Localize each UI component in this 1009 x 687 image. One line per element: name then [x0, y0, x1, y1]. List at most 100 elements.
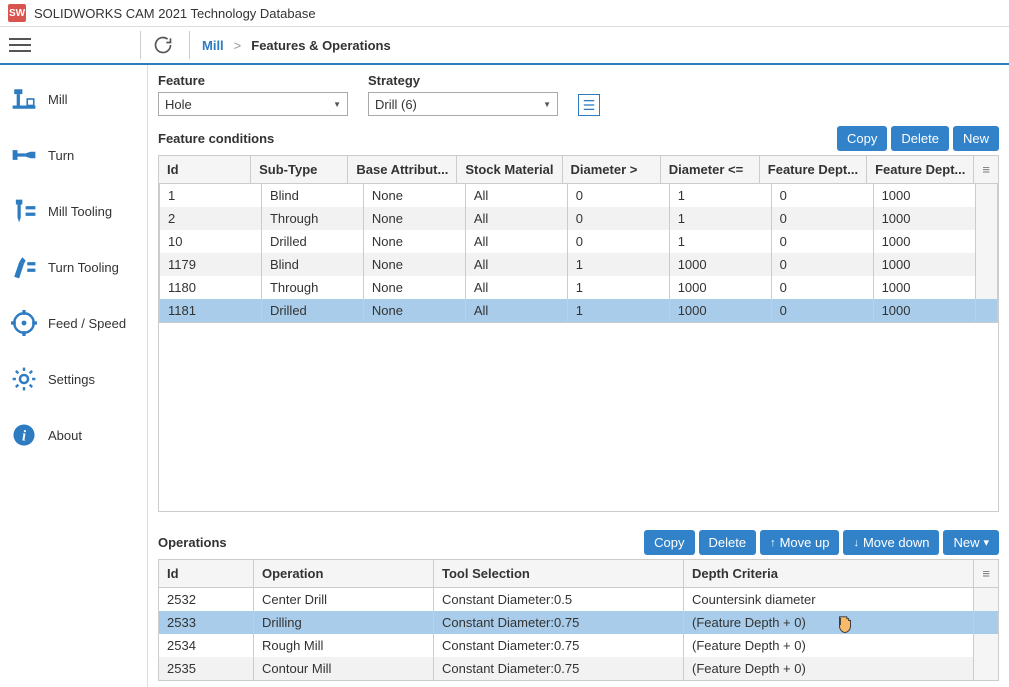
settings-icon: [10, 365, 38, 393]
op-delete-button[interactable]: Delete: [699, 530, 757, 555]
op-copy-button[interactable]: Copy: [644, 530, 694, 555]
cell: 0: [771, 230, 873, 253]
operations-title: Operations: [158, 535, 227, 550]
titlebar: SW SOLIDWORKS CAM 2021 Technology Databa…: [0, 0, 1009, 27]
cell: 1000: [669, 253, 771, 276]
sidebar-item-label: Mill Tooling: [48, 204, 112, 219]
col-op-id[interactable]: Id: [159, 560, 254, 588]
col-diale[interactable]: Diameter <=: [660, 156, 759, 184]
cell: 1180: [160, 276, 262, 299]
turn-tooling-icon: [10, 253, 38, 281]
table-row[interactable]: 1180ThroughNoneAll1100001000: [160, 276, 998, 299]
feature-label: Feature: [158, 73, 348, 88]
caret-down-icon: ▾: [983, 536, 989, 549]
table-header-row: Id Sub-Type Base Attribut... Stock Mater…: [159, 156, 999, 184]
cell: 0: [771, 299, 873, 323]
col-op-depth[interactable]: Depth Criteria: [684, 560, 974, 588]
sidebar-item-feed-speed[interactable]: Feed / Speed: [0, 295, 147, 351]
op-columns-menu[interactable]: ≡: [974, 560, 999, 588]
col-op-tool[interactable]: Tool Selection: [434, 560, 684, 588]
filter-row: Feature Hole Strategy Drill (6): [158, 73, 999, 116]
breadcrumb-separator: >: [234, 38, 242, 53]
breadcrumb: Mill > Features & Operations: [202, 38, 391, 53]
cell: 1000: [669, 276, 771, 299]
breadcrumb-current: Features & Operations: [251, 38, 390, 53]
refresh-button[interactable]: [149, 31, 177, 59]
cell: Constant Diameter:0.75: [434, 634, 684, 657]
table-row[interactable]: 2535Contour MillConstant Diameter:0.75(F…: [159, 657, 999, 681]
toolbar: Mill > Features & Operations: [0, 27, 1009, 65]
arrow-down-icon: ↓: [853, 537, 859, 549]
col-baseattr[interactable]: Base Attribut...: [348, 156, 457, 184]
table-row[interactable]: 10DrilledNoneAll0101000: [160, 230, 998, 253]
cell: None: [363, 184, 465, 207]
table-row[interactable]: 2534Rough MillConstant Diameter:0.75(Fea…: [159, 634, 999, 657]
cell: 1000: [873, 207, 975, 230]
col-diagt[interactable]: Diameter >: [562, 156, 660, 184]
cell: None: [363, 207, 465, 230]
cell: 2533: [159, 611, 254, 634]
cell: 2532: [159, 588, 254, 612]
sidebar-item-turn-tooling[interactable]: Turn Tooling: [0, 239, 147, 295]
cell: Center Drill: [254, 588, 434, 612]
table-row[interactable]: 1181DrilledNoneAll1100001000: [160, 299, 998, 323]
cell: Blind: [261, 253, 363, 276]
strategy-select-value: Drill (6): [375, 97, 417, 112]
cell: None: [363, 230, 465, 253]
cell: 1: [669, 207, 771, 230]
col-fd2[interactable]: Feature Dept...: [867, 156, 974, 184]
cell: 2534: [159, 634, 254, 657]
cell: 0: [771, 253, 873, 276]
about-icon: i: [10, 421, 38, 449]
operations-table: Id Operation Tool Selection Depth Criter…: [158, 559, 999, 681]
cell: (Feature Depth + 0): [684, 634, 974, 657]
table-row[interactable]: 2532Center DrillConstant Diameter:0.5Cou…: [159, 588, 999, 612]
cell: 1000: [873, 299, 975, 323]
refresh-icon: [153, 35, 173, 55]
cell: 0: [567, 207, 669, 230]
cell: 1: [160, 184, 262, 207]
op-moveup-button[interactable]: ↑Move up: [760, 530, 839, 555]
cell: 1179: [160, 253, 262, 276]
sidebar-item-label: About: [48, 428, 82, 443]
fc-copy-button[interactable]: Copy: [837, 126, 887, 151]
cell: 1: [567, 276, 669, 299]
table-row[interactable]: 2533DrillingConstant Diameter:0.75(Featu…: [159, 611, 999, 634]
op-new-button[interactable]: New▾: [943, 530, 999, 555]
fc-delete-button[interactable]: Delete: [891, 126, 949, 151]
sidebar-item-settings[interactable]: Settings: [0, 351, 147, 407]
cell: 2535: [159, 657, 254, 681]
feed-speed-icon: [10, 309, 38, 337]
sidebar-item-mill-tooling[interactable]: Mill Tooling: [0, 183, 147, 239]
feature-select[interactable]: Hole: [158, 92, 348, 116]
cell: All: [465, 207, 567, 230]
sidebar-item-mill[interactable]: Mill: [0, 71, 147, 127]
sidebar-item-turn[interactable]: Turn: [0, 127, 147, 183]
col-op-operation[interactable]: Operation: [254, 560, 434, 588]
fc-columns-menu[interactable]: ≡: [974, 156, 999, 184]
col-fd1[interactable]: Feature Dept...: [759, 156, 866, 184]
sidebar-item-about[interactable]: i About: [0, 407, 147, 463]
col-id[interactable]: Id: [159, 156, 251, 184]
cell: Countersink diameter: [684, 588, 974, 612]
sidebar-item-label: Turn: [48, 148, 74, 163]
table-row[interactable]: 2ThroughNoneAll0101000: [160, 207, 998, 230]
cell: Through: [261, 207, 363, 230]
cell: Blind: [261, 184, 363, 207]
col-stock[interactable]: Stock Material: [457, 156, 562, 184]
main-content: Feature Hole Strategy Drill (6) Feature …: [148, 65, 1009, 687]
table-row[interactable]: 1BlindNoneAll0101000: [160, 184, 998, 207]
cell: 2: [160, 207, 262, 230]
breadcrumb-root[interactable]: Mill: [202, 38, 224, 53]
menu-toggle-button[interactable]: [0, 38, 40, 52]
table-row[interactable]: 1179BlindNoneAll1100001000: [160, 253, 998, 276]
cell: 1: [669, 184, 771, 207]
cell: Contour Mill: [254, 657, 434, 681]
col-subtype[interactable]: Sub-Type: [251, 156, 348, 184]
app-title: SOLIDWORKS CAM 2021 Technology Database: [34, 6, 316, 21]
fc-new-button[interactable]: New: [953, 126, 999, 151]
table-header-row: Id Operation Tool Selection Depth Criter…: [159, 560, 999, 588]
strategy-list-button[interactable]: [578, 94, 600, 116]
strategy-select[interactable]: Drill (6): [368, 92, 558, 116]
op-movedown-button[interactable]: ↓Move down: [843, 530, 939, 555]
